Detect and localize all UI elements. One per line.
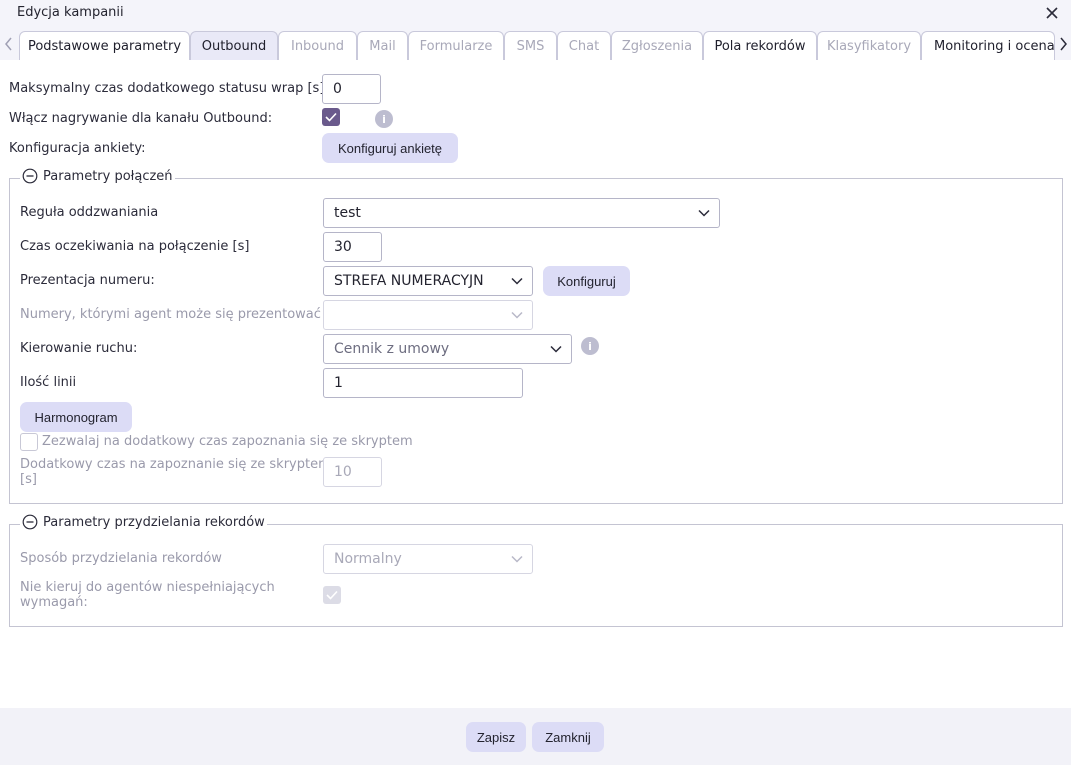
tab-label: Podstawowe parametry bbox=[27, 38, 182, 54]
tab-label: Inbound bbox=[290, 38, 344, 54]
wrap-time-label: Maksymalny czas dodatkowego statusu wrap… bbox=[9, 81, 325, 96]
chevron-left-icon[interactable] bbox=[0, 28, 18, 60]
configure-survey-button[interactable]: Konfiguruj ankietę bbox=[322, 133, 458, 163]
collapse-minus-icon[interactable] bbox=[22, 514, 38, 530]
tab-label: Mail bbox=[369, 38, 396, 54]
assign-method-select[interactable]: Normalny bbox=[323, 544, 533, 574]
chevron-down-icon bbox=[511, 555, 523, 563]
script-time-checkbox[interactable] bbox=[20, 433, 38, 451]
tab-mail[interactable]: Mail bbox=[357, 31, 408, 60]
tab-formularze[interactable]: Formularze bbox=[408, 31, 504, 60]
lines-count-value: 1 bbox=[334, 375, 343, 391]
wait-time-label: Czas oczekiwania na połączenie [s] bbox=[20, 239, 250, 254]
wrap-time-value: 0 bbox=[333, 81, 342, 97]
tab-label: Monitoring i ocena bbox=[934, 38, 1055, 54]
tab-chat[interactable]: Chat bbox=[557, 31, 611, 60]
tab-inbound[interactable]: Inbound bbox=[278, 31, 357, 60]
assign-method-value: Normalny bbox=[334, 551, 402, 567]
window-title: Edycja kampanii bbox=[17, 5, 124, 20]
tab-pola-rekordow[interactable]: Pola rekordów bbox=[703, 31, 817, 60]
tab-outbound[interactable]: Outbound bbox=[190, 31, 278, 60]
no-route-label: Nie kieruj do agentów niespełniających wy… bbox=[20, 580, 275, 610]
wait-time-value: 30 bbox=[334, 239, 352, 255]
script-time-checkbox-label: Zezwalaj na dodatkowy czas zapoznania si… bbox=[42, 434, 413, 449]
chevron-right-icon[interactable] bbox=[1054, 28, 1071, 60]
close-button[interactable]: Zamknij bbox=[532, 722, 604, 752]
tab-label: Formularze bbox=[419, 38, 493, 54]
chevron-down-icon bbox=[550, 345, 562, 353]
no-route-checkbox[interactable] bbox=[323, 586, 341, 604]
tab-label: Outbound bbox=[201, 38, 267, 54]
tab-label: Pola rekordów bbox=[714, 38, 806, 54]
save-button[interactable]: Zapisz bbox=[466, 722, 526, 752]
assign-method-label: Sposób przydzielania rekordów bbox=[20, 551, 222, 566]
window-titlebar: Edycja kampanii bbox=[0, 0, 1071, 28]
recording-checkbox[interactable] bbox=[322, 108, 340, 126]
recording-label: Włącz nagrywanie dla kanału Outbound: bbox=[9, 111, 273, 126]
script-time-label: Dodatkowy czas na zapoznanie się ze skry… bbox=[20, 457, 331, 487]
wrap-time-input[interactable]: 0 bbox=[322, 74, 381, 104]
tab-bar: Podstawowe parametry Outbound Inbound Ma… bbox=[0, 28, 1071, 60]
footer-bar: Zapisz Zamknij bbox=[0, 708, 1071, 765]
records-legend-title: Parametry przydzielania rekordów bbox=[43, 514, 265, 530]
survey-label: Konfiguracja ankiety: bbox=[9, 141, 146, 156]
traffic-routing-value: Cennik z umowy bbox=[334, 341, 450, 357]
number-presentation-select[interactable]: STREFA NUMERACYJN bbox=[323, 266, 533, 296]
tab-label: SMS bbox=[516, 38, 545, 54]
tab-monitoring-i-ocena[interactable]: Monitoring i ocena bbox=[921, 31, 1055, 60]
configure-button[interactable]: Konfiguruj bbox=[543, 266, 630, 296]
schedule-button[interactable]: Harmonogram bbox=[20, 402, 132, 432]
tab-label: Klasyfikatory bbox=[826, 38, 912, 54]
tab-label: Chat bbox=[568, 38, 600, 54]
agent-numbers-label: Numery, którymi agent może się prezentow… bbox=[20, 307, 321, 322]
collapse-minus-icon[interactable] bbox=[22, 168, 38, 184]
records-legend: Parametry przydzielania rekordów bbox=[20, 514, 267, 530]
no-route-label-line1: Nie kieruj do agentów niespełniających bbox=[20, 580, 275, 595]
script-time-input[interactable]: 10 bbox=[323, 457, 382, 487]
number-presentation-value: STREFA NUMERACYJN bbox=[334, 273, 484, 289]
no-route-label-line2: wymagań: bbox=[20, 595, 88, 610]
checkmark-icon bbox=[326, 590, 338, 600]
chevron-down-icon bbox=[511, 277, 523, 285]
wait-time-input[interactable]: 30 bbox=[323, 232, 382, 262]
callback-rule-label: Reguła oddzwaniania bbox=[20, 205, 159, 220]
script-time-value: 10 bbox=[334, 464, 352, 480]
records-fieldset bbox=[9, 524, 1063, 627]
connections-legend-title: Parametry połączeń bbox=[43, 168, 173, 184]
callback-rule-select[interactable]: test bbox=[323, 198, 720, 228]
chevron-down-icon bbox=[698, 209, 710, 217]
chevron-down-icon bbox=[511, 311, 523, 319]
script-time-label-line2: [s] bbox=[20, 472, 37, 487]
tab-sms[interactable]: SMS bbox=[504, 31, 557, 60]
info-icon[interactable]: i bbox=[581, 337, 599, 355]
tab-podstawowe-parametry[interactable]: Podstawowe parametry bbox=[19, 31, 190, 60]
lines-count-input[interactable]: 1 bbox=[323, 368, 523, 398]
agent-numbers-select[interactable] bbox=[323, 300, 533, 330]
traffic-routing-select[interactable]: Cennik z umowy bbox=[323, 334, 572, 364]
tab-zgloszenia[interactable]: Zgłoszenia bbox=[611, 31, 703, 60]
connections-legend: Parametry połączeń bbox=[20, 168, 175, 184]
info-icon[interactable]: i bbox=[375, 110, 393, 128]
script-time-label-line1: Dodatkowy czas na zapoznanie się ze skry… bbox=[20, 457, 331, 472]
checkmark-icon bbox=[325, 112, 337, 122]
traffic-routing-label: Kierowanie ruchu: bbox=[20, 341, 138, 356]
tab-label: Zgłoszenia bbox=[621, 38, 693, 54]
lines-count-label: Ilość linii bbox=[20, 375, 77, 390]
number-presentation-label: Prezentacja numeru: bbox=[20, 273, 155, 288]
tab-klasyfikatory[interactable]: Klasyfikatory bbox=[817, 31, 921, 60]
callback-rule-value: test bbox=[334, 205, 361, 221]
close-icon[interactable] bbox=[1041, 2, 1063, 24]
